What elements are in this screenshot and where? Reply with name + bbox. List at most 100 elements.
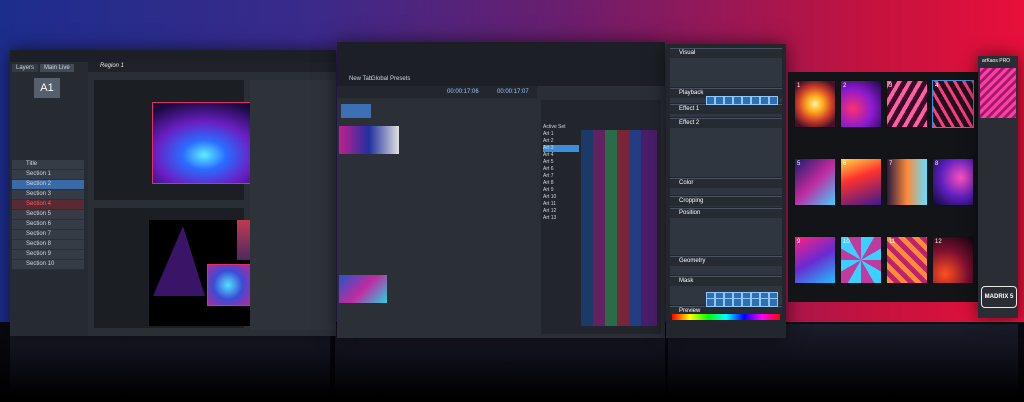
browser-item[interactable]: Art 7 [543,173,579,180]
list-item[interactable]: Section 7 [12,230,84,240]
browser-item[interactable]: Art 1 [543,131,579,138]
control-button[interactable] [733,96,742,105]
browser-item[interactable]: Art 13 [543,215,579,222]
control-button[interactable] [751,298,760,307]
browser-item[interactable]: Art 9 [543,187,579,194]
middle-toolbar: New Tab Global Presets [337,42,665,86]
control-button[interactable] [706,96,715,105]
media-thumb[interactable]: 1 [794,80,836,128]
section-effect-1[interactable]: Effect 1 [670,104,782,117]
list-item[interactable]: Title [12,160,84,170]
section-effect-2[interactable]: Effect 2 [670,118,782,177]
section-title: Effect 2 [679,120,700,126]
media-number: 9 [797,239,801,245]
media-thumb[interactable]: 3 [886,80,928,128]
media-number: 1 [797,83,801,89]
list-item[interactable]: Section 6 [12,220,84,230]
control-button[interactable] [715,96,724,105]
list-item[interactable]: Section 2 [12,180,84,190]
layer-1-header[interactable] [341,104,371,118]
section-header: Mask [670,277,782,286]
list-item[interactable]: Section 5 [12,210,84,220]
section-header: Geometry [670,257,782,266]
section-header: Effect 2 [670,119,782,128]
section-header: Cropping [670,197,782,206]
middle-window: New Tab Global Presets 00:00:17:06 00:00… [337,42,665,338]
media-thumb[interactable]: 11 [886,236,928,284]
list-item[interactable]: Section 1 [12,170,84,180]
layer-4-clips[interactable] [339,275,387,303]
control-button[interactable] [769,96,778,105]
media-thumb[interactable]: 12 [932,236,974,284]
media-number: 11 [889,239,896,245]
section-cropping[interactable]: Cropping [670,196,782,207]
strip-preview[interactable] [980,68,1016,118]
media-thumb[interactable]: 6 [840,158,882,206]
media-thumb[interactable]: 8 [932,158,974,206]
control-button[interactable] [760,96,769,105]
strip-slice[interactable] [237,220,251,260]
browser-item[interactable]: Art 4 [543,152,579,159]
media-number: 4 [935,83,939,89]
browser-item[interactable]: Art 10 [543,194,579,201]
media-thumb[interactable]: 9 [794,236,836,284]
media-thumb[interactable]: 2 [840,80,882,128]
media-thumb[interactable]: 10 [840,236,882,284]
list-item-label: Section 10 [26,261,55,267]
layer-stack [337,100,537,338]
section-title: Visual [679,50,696,56]
control-button[interactable] [715,298,724,307]
preview-label[interactable]: A1 [34,78,60,98]
control-button[interactable] [751,96,760,105]
control-button[interactable] [724,298,733,307]
right-window: Visual Playback Effect 1 Effect 2 Color Cropp… [666,44,786,338]
toolbar-global-presets[interactable]: Global Presets [371,76,410,82]
media-thumbnails[interactable] [581,130,657,326]
browser-item[interactable]: Art 6 [543,166,579,173]
layer-1-clips[interactable] [339,126,399,154]
tab-main-live[interactable]: Main Live [40,64,74,72]
control-button[interactable] [724,96,733,105]
section-visual[interactable]: Visual [670,48,782,87]
section-position[interactable]: Position [670,208,782,255]
media-number: 3 [889,83,893,89]
path-label: Region 1 [100,63,125,69]
section-title: Color [679,180,694,186]
browser-item[interactable]: Art 2 [543,138,579,145]
section-header: Color [670,179,782,188]
media-number: 2 [843,83,847,89]
section-color[interactable]: Color [670,178,782,195]
section-title: Position [679,210,701,216]
section-geometry[interactable]: Geometry [670,256,782,275]
browser-item[interactable]: Active Set [543,124,579,131]
media-thumb[interactable]: 7 [886,158,928,206]
section-title: Mask [679,278,694,284]
tab-layers[interactable]: Layers [12,64,39,72]
toolbar-new-tab[interactable]: New Tab [349,76,372,82]
browser-item[interactable]: Art 3 [543,145,579,152]
list-item[interactable]: Section 8 [12,240,84,250]
timecode-b: 00:00:17:07 [497,89,529,95]
media-thumb[interactable]: 5 [794,158,836,206]
list-item-label: Section 6 [26,221,52,227]
top-stage [94,80,282,200]
browser-item[interactable]: Art 8 [543,180,579,187]
browser-item[interactable]: Art 11 [543,201,579,208]
browser-list: Active Set Art 1 Art 2 Art 3 Art 4 Art 5 Art 6… [543,124,579,222]
list-item[interactable]: Section 4 [12,200,84,210]
list-item[interactable]: Section 3 [12,190,84,200]
list-item[interactable]: Section 9 [12,250,84,260]
triangle-slice[interactable] [153,226,205,296]
control-button[interactable] [742,298,751,307]
section-title: Playback [679,90,704,96]
list-item[interactable]: Section 10 [12,260,84,270]
browser-item[interactable]: Art 5 [543,159,579,166]
media-thumb[interactable]: 4 [932,80,974,128]
control-button[interactable] [760,298,769,307]
control-button[interactable] [733,298,742,307]
browser-item[interactable]: Art 12 [543,208,579,215]
control-button[interactable] [769,298,778,307]
control-button[interactable] [706,298,715,307]
control-button[interactable] [742,96,751,105]
color-spectrum[interactable] [672,314,780,320]
